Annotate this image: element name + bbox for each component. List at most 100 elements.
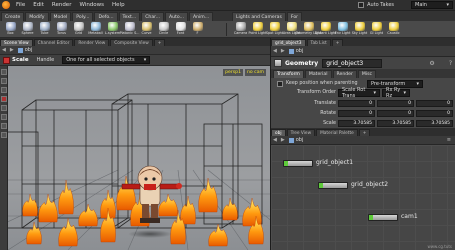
gi-light-tool-button[interactable]: GI Light (368, 21, 385, 38)
menu-render[interactable]: Render (48, 0, 76, 11)
scale-tool-icon[interactable] (1, 96, 7, 102)
render-region-icon[interactable] (1, 132, 7, 138)
list-view-icon[interactable]: ≡ (447, 137, 451, 143)
node-cam1[interactable] (368, 214, 398, 221)
grid-tool-button[interactable]: Grid (70, 21, 87, 38)
rotate-x-field[interactable]: 0 (338, 110, 375, 117)
point-light-tool-button[interactable]: Point Light (249, 21, 266, 38)
display-flag-icon[interactable] (369, 215, 373, 220)
shelf-tab-left-5[interactable]: Text... (118, 12, 141, 21)
node-grid-object2[interactable] (318, 182, 348, 189)
tab-material[interactable]: Material (304, 70, 332, 78)
platonic-tool-button[interactable]: Platonic S... (120, 21, 139, 38)
tab-tree-view[interactable]: Tree View (286, 129, 316, 136)
move-tool-icon[interactable] (1, 78, 7, 84)
gear-icon[interactable]: ⚙ (429, 60, 434, 67)
translate-x-field[interactable]: 0 (338, 100, 375, 107)
back-arrow-icon[interactable]: ◀ (271, 137, 279, 143)
metaball-tool-button[interactable]: Metaball (87, 21, 104, 38)
handle-dropdown[interactable]: One for all selected objects ▾ (62, 56, 151, 64)
rotate-tool-icon[interactable] (1, 87, 7, 93)
auto-takes-checkbox[interactable] (358, 2, 365, 8)
tab-render-view[interactable]: Render View (74, 39, 110, 46)
pose-tool-icon[interactable] (1, 105, 7, 111)
tab-grid-object3[interactable]: grid_object3 (271, 39, 306, 46)
scale-y-field[interactable]: 3.70585 (377, 120, 414, 127)
tab-render[interactable]: Render (332, 70, 357, 78)
keep-position-checkbox[interactable] (277, 81, 283, 87)
network-path[interactable]: obj (296, 137, 304, 143)
box-icon (5, 22, 16, 31)
help-icon[interactable]: ? (449, 60, 452, 67)
rotate-z-field[interactable]: 0 (416, 110, 453, 117)
add-tab-button[interactable]: + (358, 129, 371, 136)
node-name-field[interactable]: grid_object3 (322, 58, 383, 68)
tube-tool-button[interactable]: Tube (36, 21, 53, 38)
shelf-tab-left-6[interactable]: Char... (141, 12, 164, 21)
shelf-tab-left-1[interactable]: Modify (25, 12, 49, 21)
shelf-tab-left-7[interactable]: Auto... (164, 12, 188, 21)
forward-arrow-icon[interactable]: ▶ (8, 47, 16, 53)
tab-material-palette[interactable]: Material Palette (316, 129, 358, 136)
display-flag-icon[interactable] (284, 161, 288, 166)
select-tool-icon[interactable] (1, 69, 7, 75)
tab-composite-view[interactable]: Composite View (110, 39, 153, 46)
display-flag-icon[interactable] (319, 183, 323, 188)
scale-x-field[interactable]: 3.70585 (338, 120, 375, 127)
desktop-dropdown[interactable]: Main ▾ (411, 1, 453, 9)
add-tab-button[interactable]: + (331, 39, 344, 46)
font-tool-button[interactable]: Font (172, 21, 189, 38)
shelf-tab-left-2[interactable]: Model (49, 12, 72, 21)
shelf-tab-left-8[interactable]: Anim... (188, 12, 214, 21)
viewport-path[interactable]: obj (25, 47, 33, 53)
rotate-y-field[interactable]: 0 (377, 110, 414, 117)
box-tool-button[interactable]: Box (2, 21, 19, 38)
spot-light-tool-button[interactable]: Spot Light (266, 21, 283, 38)
back-arrow-icon[interactable]: ◀ (271, 48, 279, 54)
caustic-tool-button[interactable]: Caustic (385, 21, 402, 38)
torus-tool-button[interactable]: Torus (53, 21, 70, 38)
parameters-path[interactable]: obj (296, 48, 304, 54)
tab-scene-view[interactable]: Scene View (0, 39, 33, 46)
file-tool-button[interactable]: F (189, 21, 206, 38)
translate-y-field[interactable]: 0 (377, 100, 414, 107)
scene-viewport[interactable]: persp1 no cam (8, 66, 270, 250)
back-arrow-icon[interactable]: ◀ (0, 47, 8, 53)
menu-windows[interactable]: Windows (75, 0, 108, 11)
rotate-order-dropdown[interactable]: Rx Ry Rz ▾ (382, 87, 410, 99)
lsystem-tool-button[interactable]: L-system (104, 21, 121, 38)
shelf-tab-right-0[interactable]: Lights and Cameras (232, 12, 286, 21)
env-light-tool-button[interactable]: Env Light (334, 21, 351, 38)
shelf-tab-left-4[interactable]: Defo... (94, 12, 118, 21)
network-editor[interactable]: grid_object1 grid_object2 cam1 www.cg.tu… (271, 145, 455, 250)
menu-file[interactable]: File (12, 0, 29, 11)
menu-edit[interactable]: Edit (29, 0, 48, 11)
sky-light-tool-button[interactable]: Sky Light (351, 21, 368, 38)
tab-tab-list[interactable]: Tab List (306, 39, 331, 46)
tab-channel-editor[interactable]: Channel Editor (33, 39, 74, 46)
tab-misc[interactable]: Misc (357, 70, 377, 78)
shelf-tab-right-1[interactable]: For (286, 12, 303, 21)
tab-obj[interactable]: obj (271, 129, 286, 136)
camera-tool-button[interactable]: Camera (232, 21, 249, 38)
curve-tool-button[interactable]: Curve (138, 21, 155, 38)
sphere-tool-button[interactable]: Sphere (19, 21, 36, 38)
distant-light-tool-button[interactable]: Distant Light (315, 21, 336, 38)
circle-tool-button[interactable]: Circle (155, 21, 172, 38)
shelf-tab-left-3[interactable]: Poly... (72, 12, 94, 21)
scale-z-field[interactable]: 3.70585 (416, 120, 453, 127)
node-grid-object1[interactable] (283, 160, 313, 167)
handle-tool-icon[interactable] (1, 114, 7, 120)
translate-z-field[interactable]: 0 (416, 100, 453, 107)
viewport-tool-strip (0, 66, 8, 250)
add-tab-button[interactable]: + (153, 39, 166, 46)
forward-arrow-icon[interactable]: ▶ (279, 48, 287, 54)
tab-transform[interactable]: Transform (273, 70, 304, 78)
shelf-tab-left-0[interactable]: Create (1, 12, 25, 21)
transform-order-dropdown[interactable]: Scale Rot Trans ▾ (338, 87, 380, 99)
fire-sprite (208, 223, 228, 247)
menu-help[interactable]: Help (108, 0, 129, 11)
view-tool-icon[interactable] (1, 123, 7, 129)
fire-sprite (116, 175, 136, 211)
forward-arrow-icon[interactable]: ▶ (279, 137, 287, 143)
